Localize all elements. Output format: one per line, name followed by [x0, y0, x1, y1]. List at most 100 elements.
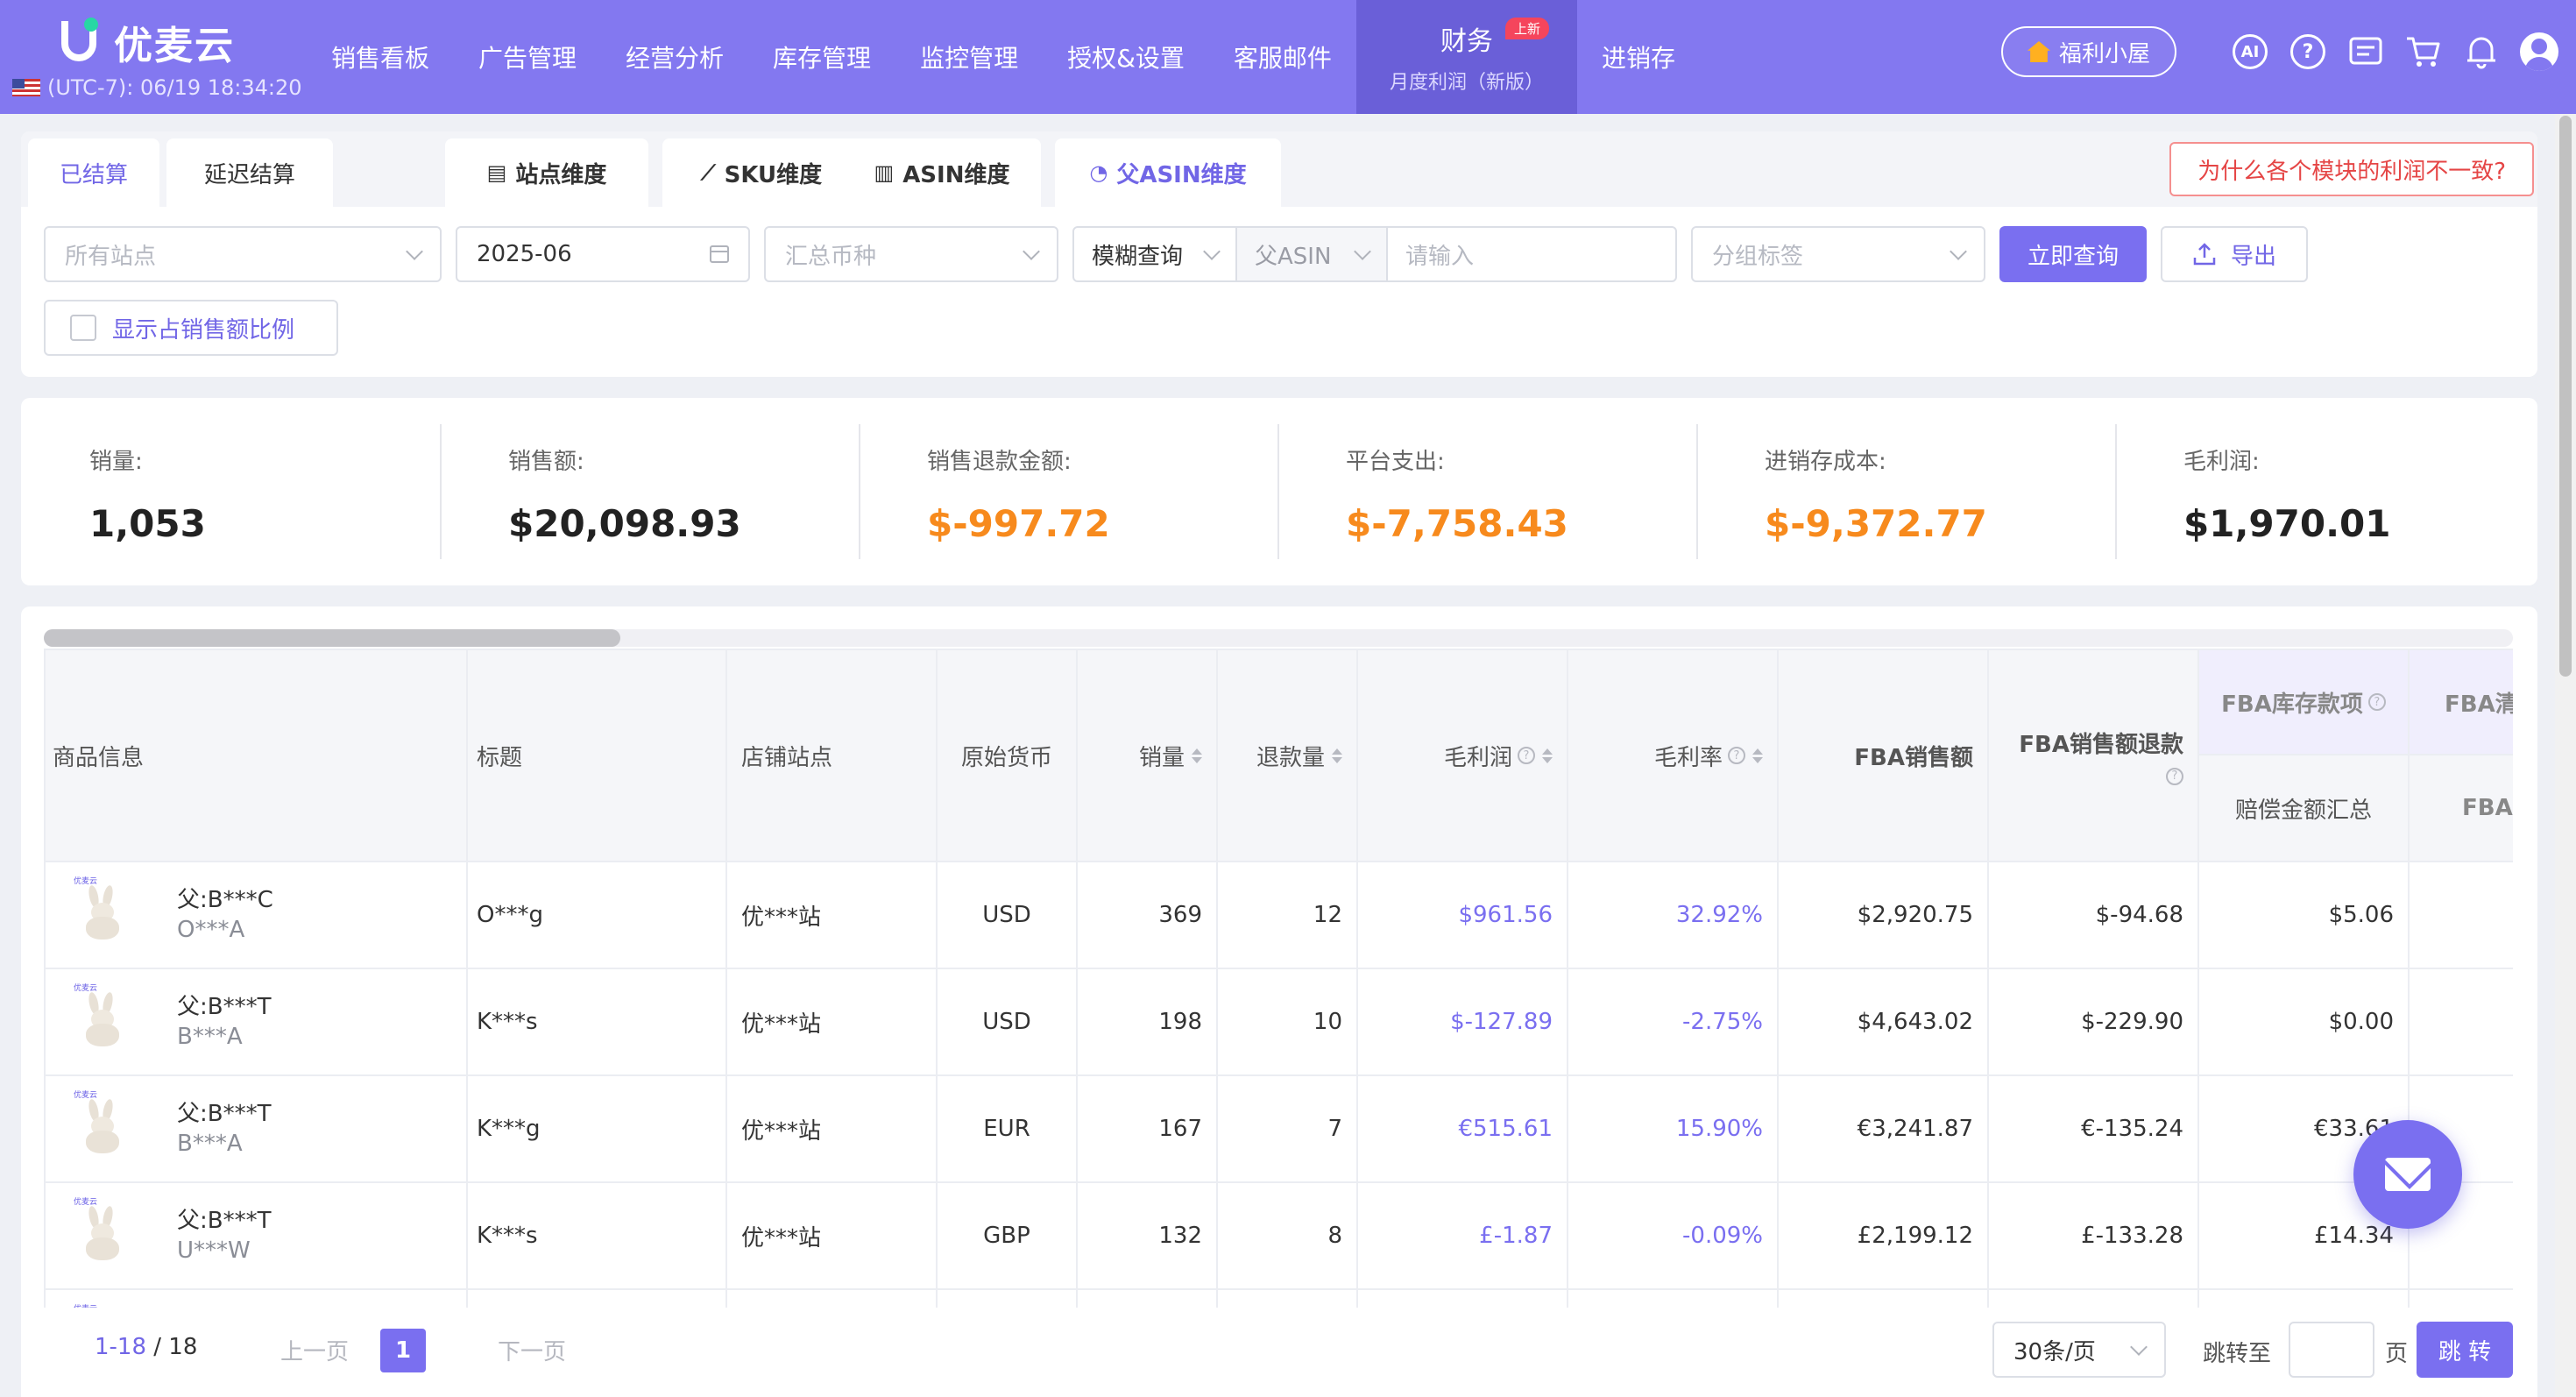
- export-button[interactable]: 导出: [2161, 226, 2308, 282]
- help-icon[interactable]: ?: [2289, 32, 2327, 71]
- currency-placeholder: 汇总币种: [785, 243, 877, 270]
- jump-button[interactable]: 跳 转: [2417, 1322, 2513, 1378]
- nav-finance[interactable]: 上新 财务 月度利润（新版）: [1355, 0, 1577, 114]
- question-icon[interactable]: ?: [1728, 747, 1745, 764]
- col-qty[interactable]: 销量: [1078, 650, 1218, 862]
- product-image[interactable]: 优麦云: [70, 875, 128, 945]
- user-avatar[interactable]: [2520, 32, 2558, 71]
- cell-text: 167: [1158, 1116, 1202, 1142]
- nav-sales-dashboard[interactable]: 销售看板: [307, 0, 454, 114]
- search-type-select[interactable]: 父ASIN: [1237, 228, 1388, 280]
- query-button[interactable]: 立即查询: [1999, 226, 2147, 282]
- app-logo[interactable]: 优麦云: [58, 14, 235, 70]
- mail-float-button[interactable]: [2353, 1120, 2462, 1229]
- upload-icon: [2193, 243, 2216, 266]
- gross-profit-cell[interactable]: £-1.87: [1358, 1183, 1568, 1290]
- question-icon[interactable]: ?: [2166, 767, 2183, 785]
- ai-icon[interactable]: AI: [2231, 32, 2269, 71]
- sort-icon[interactable]: [1542, 748, 1553, 763]
- perk-house-button[interactable]: 福利小屋: [2000, 26, 2176, 77]
- parent-asin[interactable]: 父:B***T: [177, 1096, 271, 1128]
- tab-label: 站点维度: [515, 161, 607, 188]
- col-gross-profit[interactable]: 毛利润 ?: [1358, 650, 1568, 862]
- page-size-select[interactable]: 30条/页: [1992, 1322, 2166, 1378]
- tab-site-dimension[interactable]: ▤ 站点维度: [445, 138, 648, 207]
- bell-icon[interactable]: [2462, 32, 2501, 71]
- nav-cs-mail[interactable]: 客服邮件: [1209, 0, 1356, 114]
- search-mode-select[interactable]: 模糊查询: [1074, 228, 1237, 280]
- product-image[interactable]: 优麦云: [70, 982, 128, 1052]
- product-cell[interactable]: 优麦云 父:B***T U***W: [46, 1183, 468, 1290]
- nav-ads[interactable]: 广告管理: [454, 0, 601, 114]
- message-icon[interactable]: [2346, 32, 2385, 71]
- gross-margin-cell[interactable]: -0.09%: [1568, 1183, 1779, 1290]
- parent-asin[interactable]: 父:B***C: [177, 882, 273, 914]
- scrollbar-thumb[interactable]: [44, 629, 620, 647]
- scrollbar-thumb[interactable]: [2559, 116, 2572, 677]
- nav-inventory[interactable]: 库存管理: [748, 0, 895, 114]
- refund-qty-cell: [1218, 1290, 1358, 1308]
- gross-margin-cell[interactable]: -2.75%: [1568, 969, 1779, 1076]
- gross-margin-cell[interactable]: 32.92%: [1568, 862, 1779, 969]
- gross-profit-cell[interactable]: $-127.89: [1358, 969, 1568, 1076]
- gross-profit-cell[interactable]: $961.56: [1358, 862, 1568, 969]
- cell-text: $5.06: [2328, 902, 2394, 928]
- cell-text: EUR: [983, 1116, 1030, 1142]
- page-vertical-scrollbar[interactable]: [2555, 114, 2576, 1397]
- tab-sku-dimension[interactable]: ⟋ SKU维度: [662, 138, 860, 207]
- parent-asin[interactable]: 父:B***T: [177, 1202, 271, 1235]
- tab-parent-asin-dimension[interactable]: ◔ 父ASIN维度: [1055, 138, 1281, 207]
- product-image[interactable]: 优麦云: [70, 1195, 128, 1266]
- product-cell[interactable]: 优麦云 父:B***T B***A: [46, 969, 468, 1076]
- nav-analysis[interactable]: 经营分析: [601, 0, 748, 114]
- logo-icon: [58, 18, 102, 67]
- horizontal-scrollbar[interactable]: [44, 629, 2513, 647]
- prev-page-button[interactable]: 上一页: [280, 1334, 349, 1366]
- tab-deferred[interactable]: 延迟结算: [166, 138, 333, 207]
- gross-profit-cell[interactable]: €515.61: [1358, 1076, 1568, 1183]
- currency-select[interactable]: 汇总币种: [764, 226, 1058, 282]
- site-select-placeholder: 所有站点: [65, 243, 157, 270]
- site-select[interactable]: 所有站点: [44, 226, 442, 282]
- nav-auth-settings[interactable]: 授权&设置: [1043, 0, 1209, 114]
- search-input[interactable]: 请输入: [1388, 228, 1677, 280]
- col-gross-margin[interactable]: 毛利率 ?: [1568, 650, 1779, 862]
- profit-mismatch-help-button[interactable]: 为什么各个模块的利润不一致?: [2169, 142, 2534, 196]
- product-cell[interactable]: 优麦云 父:B***T B***A: [46, 1076, 468, 1183]
- tab-asin-dimension[interactable]: ▥ ASIN维度: [843, 138, 1041, 207]
- nav-purchase-sales-stock[interactable]: 进销存: [1577, 0, 1700, 114]
- product-cell[interactable]: 优麦云 父:B***C O***A: [46, 862, 468, 969]
- next-page-button[interactable]: 下一页: [498, 1334, 566, 1366]
- store-icon: ▤: [486, 160, 507, 185]
- title-cell: [468, 1290, 727, 1308]
- tab-settled[interactable]: 已结算: [28, 138, 159, 207]
- group-tag-select[interactable]: 分组标签: [1691, 226, 1985, 282]
- jump-page-input[interactable]: [2289, 1322, 2374, 1378]
- gross-margin-cell[interactable]: 15.90%: [1568, 1076, 1779, 1183]
- nav-monitoring[interactable]: 监控管理: [895, 0, 1043, 114]
- tab-label: 延迟结算: [203, 161, 295, 188]
- cart-icon[interactable]: [2404, 32, 2443, 71]
- perk-label: 福利小屋: [2058, 40, 2150, 67]
- page-1-button[interactable]: 1: [380, 1329, 426, 1372]
- sort-icon[interactable]: [1752, 748, 1763, 763]
- cell-text: 369: [1158, 902, 1202, 928]
- cell-text: €515.61: [1458, 1116, 1553, 1142]
- stat-gross-profit: 毛利润: $1,970.01: [2115, 424, 2534, 559]
- product-image[interactable]: 优麦云: [70, 1089, 128, 1159]
- month-picker[interactable]: 2025-06: [456, 226, 750, 282]
- parent-asin[interactable]: 父:B***T: [177, 989, 271, 1021]
- question-icon[interactable]: ?: [1518, 747, 1535, 764]
- question-icon[interactable]: ?: [2367, 693, 2386, 711]
- product-cell[interactable]: 优麦云: [46, 1290, 468, 1308]
- stat-stock-cost: 进销存成本: $-9,372.77: [1696, 424, 2115, 559]
- stat-sales: 销售额: $20,098.93: [440, 424, 859, 559]
- compensation-cell: [2199, 1290, 2410, 1308]
- sort-icon[interactable]: [1192, 748, 1202, 763]
- show-sales-ratio-checkbox[interactable]: 显示占销售额比例: [44, 300, 338, 356]
- header-label: 毛利率: [1653, 744, 1723, 771]
- store-cell: 优***站: [727, 1076, 938, 1183]
- nav-label: 客服邮件: [1233, 44, 1332, 73]
- col-refund-qty[interactable]: 退款量: [1218, 650, 1358, 862]
- sort-icon[interactable]: [1332, 748, 1342, 763]
